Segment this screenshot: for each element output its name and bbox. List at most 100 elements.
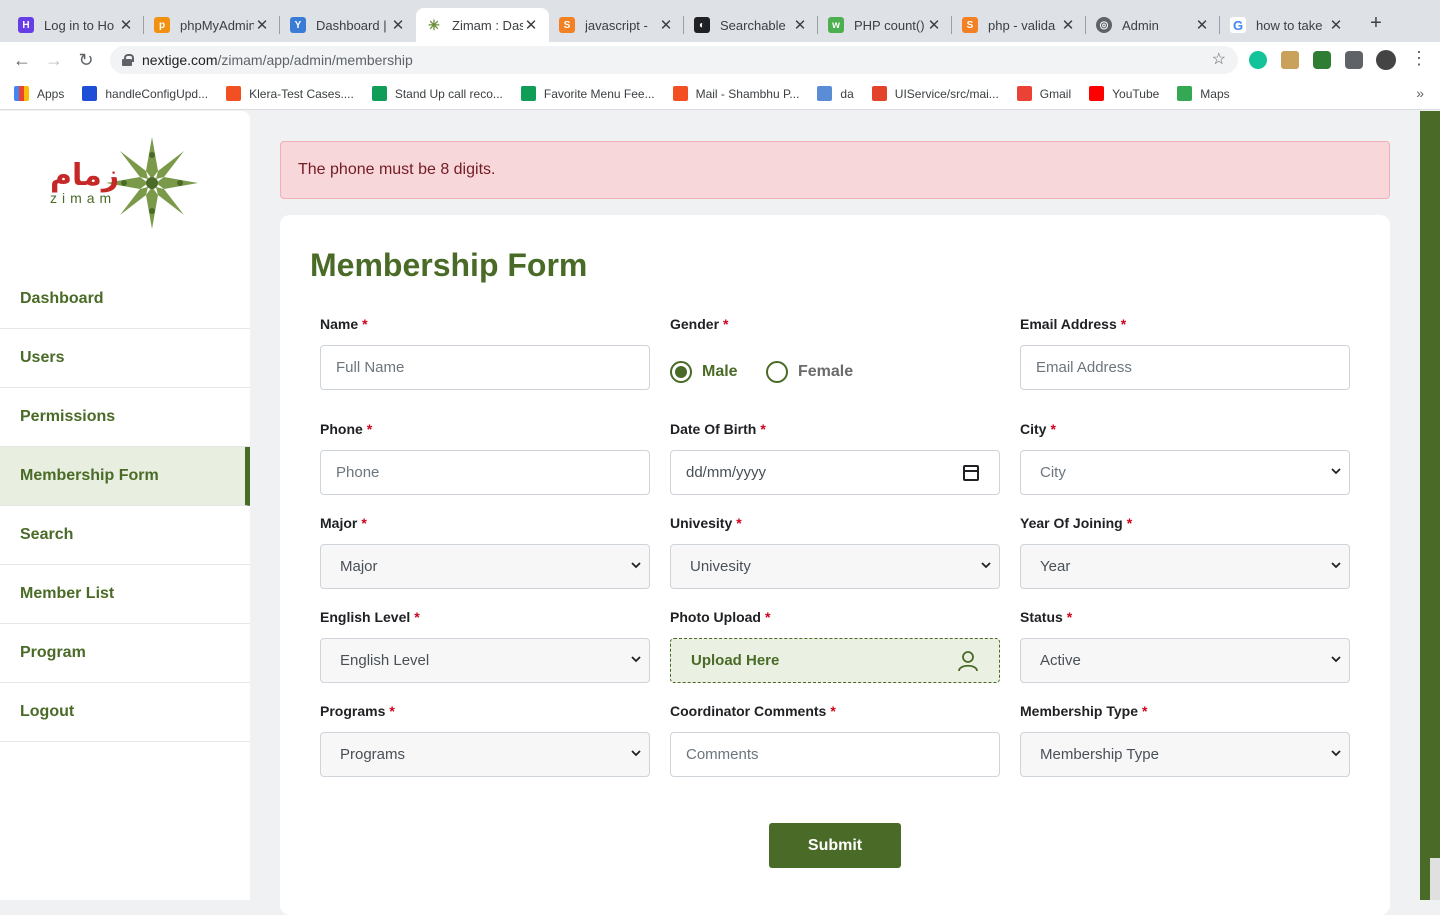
major-select[interactable]: Major: [320, 544, 650, 589]
sidebar-item-permissions[interactable]: Permissions: [0, 388, 250, 447]
sidebar-item-program[interactable]: Program: [0, 624, 250, 683]
close-icon[interactable]: ✕: [926, 16, 942, 34]
city-select[interactable]: City: [1020, 450, 1350, 495]
grammarly-icon[interactable]: [1249, 51, 1267, 69]
status-select[interactable]: Active: [1020, 638, 1350, 683]
gmail-icon: [1016, 86, 1032, 101]
new-tab-button[interactable]: +: [1366, 12, 1386, 35]
bookmark-apps[interactable]: Apps: [14, 86, 64, 101]
zimam-logo: زمام zimam: [48, 135, 200, 231]
sidebar-item-dashboard[interactable]: Dashboard: [0, 270, 250, 329]
bookmark-item[interactable]: YouTube: [1089, 86, 1159, 101]
back-arrow-icon[interactable]: ←: [11, 50, 33, 71]
close-icon[interactable]: ✕: [254, 16, 270, 34]
english-level-label: English Level *: [320, 609, 420, 625]
hostinger-icon: H: [18, 17, 34, 33]
bookmark-item[interactable]: Stand Up call reco...: [371, 86, 503, 101]
sidebar-item-member-list[interactable]: Member List: [0, 565, 250, 624]
browser-tab[interactable]: S javascript - ✕: [549, 8, 684, 42]
browser-tab[interactable]: p phpMyAdmin ✕: [144, 8, 280, 42]
close-icon[interactable]: ✕: [1194, 16, 1210, 34]
w3schools-icon: w: [828, 17, 844, 33]
avatar[interactable]: [1376, 50, 1396, 70]
chevron-down-icon: [981, 562, 991, 569]
puzzle-icon[interactable]: [1345, 51, 1363, 69]
searchable-icon: ◐: [694, 17, 710, 33]
bookmarks-bar: Apps handleConfigUpd... Klera-Test Cases…: [0, 78, 1440, 110]
bookmark-item[interactable]: handleConfigUpd...: [82, 86, 208, 101]
browser-tab[interactable]: Y Dashboard | ✕: [280, 8, 416, 42]
close-icon[interactable]: ✕: [118, 16, 134, 34]
browser-tab[interactable]: H Log in to Ho ✕: [8, 8, 144, 42]
close-icon[interactable]: ✕: [1328, 16, 1344, 34]
browser-tab[interactable]: w PHP count() ✕: [818, 8, 952, 42]
bookmark-item[interactable]: Klera-Test Cases....: [226, 86, 354, 101]
close-icon[interactable]: ✕: [792, 16, 808, 34]
radio-unselected-icon: [766, 361, 788, 383]
browser-tab[interactable]: ◐ Searchable ✕: [684, 8, 818, 42]
sidebar-item-search[interactable]: Search: [0, 506, 250, 565]
status-label: Status *: [1020, 609, 1073, 625]
chevron-down-icon: [631, 656, 641, 663]
gender-radio-male[interactable]: Male: [670, 361, 738, 383]
email-input[interactable]: Email Address: [1020, 345, 1350, 390]
sidebar-item-users[interactable]: Users: [0, 329, 250, 388]
apps-grid-icon: [14, 86, 29, 101]
close-icon[interactable]: ✕: [523, 16, 539, 34]
microsoft-icon: [672, 86, 688, 101]
sidebar-item-membership-form[interactable]: Membership Form: [0, 447, 250, 506]
sidebar-item-logout[interactable]: Logout: [0, 683, 250, 742]
membership-form-card: Membership Form Name * Full Name Gender * …: [280, 215, 1390, 915]
membership-type-label: Membership Type *: [1020, 703, 1148, 719]
bookmark-icon: [82, 86, 98, 101]
bookmark-item[interactable]: da: [817, 86, 854, 101]
kebab-menu-icon[interactable]: ⋮: [1408, 48, 1430, 69]
bookmark-item[interactable]: UIService/src/mai...: [871, 86, 999, 101]
dob-input[interactable]: dd/mm/yyyy: [670, 450, 1000, 495]
phone-input[interactable]: Phone: [320, 450, 650, 495]
year-select[interactable]: Year: [1020, 544, 1350, 589]
more-bookmarks-icon[interactable]: »: [1416, 85, 1424, 101]
browser-tab[interactable]: ◎ Admin ✕: [1086, 8, 1220, 42]
browser-tab-active[interactable]: ✳ Zimam : Das ✕: [416, 8, 549, 42]
bookmark-item[interactable]: Maps: [1177, 86, 1230, 101]
calendar-icon[interactable]: [963, 465, 979, 481]
comments-input[interactable]: Comments: [670, 732, 1000, 777]
scrollbar[interactable]: [1420, 111, 1440, 900]
gender-radio-female[interactable]: Female: [766, 361, 853, 383]
svg-text:زمام: زمام: [50, 158, 119, 193]
scrollbar-thumb[interactable]: [1430, 858, 1440, 900]
programs-select[interactable]: Programs: [320, 732, 650, 777]
address-bar[interactable]: nextige.com/zimam/app/admin/membership ☆: [110, 46, 1238, 74]
bookmark-item[interactable]: Gmail: [1016, 86, 1071, 101]
svg-text:zimam: zimam: [50, 190, 116, 206]
sidebar-menu: Dashboard Users Permissions Membership F…: [0, 270, 250, 742]
browser-tab[interactable]: G how to take ✕: [1220, 8, 1354, 42]
city-label: City *: [1020, 421, 1056, 437]
sheets-icon: [371, 86, 387, 101]
english-level-select[interactable]: English Level: [320, 638, 650, 683]
phpmyadmin-icon: p: [154, 17, 170, 33]
extension-icon[interactable]: [1281, 51, 1299, 69]
star-icon[interactable]: ☆: [1212, 49, 1226, 69]
dob-label: Date Of Birth *: [670, 421, 766, 437]
membership-type-select[interactable]: Membership Type: [1020, 732, 1350, 777]
year-label: Year Of Joining *: [1020, 515, 1133, 531]
stackoverflow-icon: S: [559, 17, 575, 33]
photo-upload-button[interactable]: Upload Here: [670, 638, 1000, 683]
extension-icon[interactable]: [1313, 51, 1331, 69]
close-icon[interactable]: ✕: [1060, 16, 1076, 34]
url-text: nextige.com/zimam/app/admin/membership: [142, 52, 413, 68]
bookmark-item[interactable]: Favorite Menu Fee...: [520, 86, 655, 101]
bookmark-item[interactable]: Mail - Shambhu P...: [672, 86, 799, 101]
name-input[interactable]: Full Name: [320, 345, 650, 390]
zimam-icon: ✳: [428, 16, 440, 33]
chevron-down-icon: [1331, 750, 1341, 757]
close-icon[interactable]: ✕: [658, 16, 674, 34]
submit-button[interactable]: Submit: [769, 823, 901, 868]
forward-arrow-icon[interactable]: →: [43, 50, 65, 71]
browser-tab[interactable]: S php - valida ✕: [952, 8, 1086, 42]
close-icon[interactable]: ✕: [390, 16, 406, 34]
university-select[interactable]: Univesity: [670, 544, 1000, 589]
reload-icon[interactable]: ↻: [75, 50, 97, 71]
